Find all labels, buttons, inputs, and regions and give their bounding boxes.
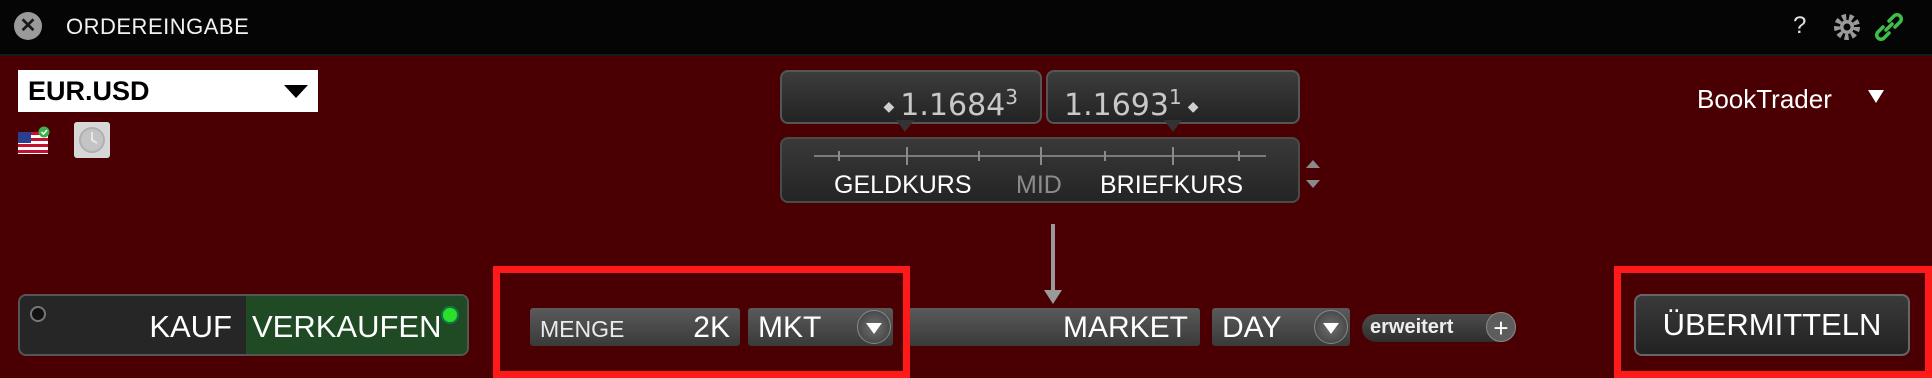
booktrader-menu[interactable]: BookTrader bbox=[1697, 84, 1832, 115]
order-entry-window: ✕ ORDEREINGABE ? EUR.USD ◆ 1.16843 1.169… bbox=[0, 0, 1932, 378]
plus-icon[interactable]: + bbox=[1486, 312, 1516, 343]
help-icon[interactable]: ? bbox=[1793, 12, 1806, 40]
close-icon[interactable]: ✕ bbox=[14, 12, 42, 40]
ask-pointer bbox=[1164, 120, 1182, 132]
time-in-force-value: DAY bbox=[1222, 311, 1282, 344]
ask-scale-label[interactable]: BRIEFKURS bbox=[1100, 171, 1243, 200]
sell-button[interactable]: VERKAUFEN bbox=[246, 296, 467, 354]
ask-price-button[interactable]: 1.16931 ◆ bbox=[1046, 70, 1300, 124]
order-type-display: MARKET bbox=[908, 308, 1200, 346]
chevron-down-icon[interactable] bbox=[1868, 90, 1884, 103]
diamond-icon: ◆ bbox=[883, 98, 895, 115]
link-icon[interactable] bbox=[1872, 10, 1906, 44]
mid-scale-label[interactable]: MID bbox=[1016, 171, 1062, 200]
side-toggle[interactable]: KAUF VERKAUFEN bbox=[18, 294, 469, 356]
ask-price: 1.1693 bbox=[1064, 88, 1169, 123]
highlight-box-quantity bbox=[493, 266, 910, 378]
time-in-force-select[interactable]: DAY bbox=[1212, 308, 1350, 346]
advanced-label: erweitert bbox=[1370, 316, 1454, 338]
us-flag-icon bbox=[18, 126, 50, 154]
clock-icon[interactable] bbox=[74, 122, 110, 158]
arrow-down-icon bbox=[1044, 224, 1062, 304]
price-spinner-icon[interactable] bbox=[1302, 152, 1324, 196]
chevron-down-icon[interactable] bbox=[1314, 310, 1348, 344]
ask-pip: 1 bbox=[1168, 85, 1182, 109]
highlight-box-submit bbox=[1614, 266, 1932, 378]
symbol-value: EUR.USD bbox=[28, 76, 150, 106]
bid-price: 1.1684 bbox=[900, 88, 1006, 123]
chevron-down-icon[interactable] bbox=[284, 85, 308, 98]
bid-pointer bbox=[896, 120, 914, 132]
gear-icon[interactable] bbox=[1832, 12, 1862, 42]
sell-indicator-icon bbox=[441, 306, 459, 324]
scale-tick bbox=[1238, 151, 1240, 161]
bid-pip: 3 bbox=[1005, 85, 1018, 109]
buy-button[interactable]: KAUF bbox=[20, 296, 246, 354]
price-scale[interactable]: GELDKURS MID BRIEFKURS bbox=[780, 137, 1300, 203]
order-type-long: MARKET bbox=[1062, 311, 1188, 344]
scale-tick bbox=[978, 151, 980, 161]
window-title: ORDEREINGABE bbox=[66, 14, 250, 39]
symbol-select[interactable]: EUR.USD bbox=[18, 70, 318, 112]
bid-scale-label[interactable]: GELDKURS bbox=[834, 171, 972, 200]
title-bar: ✕ ORDEREINGABE ? bbox=[0, 0, 1932, 56]
diamond-icon: ◆ bbox=[1187, 98, 1199, 115]
scale-tick bbox=[1040, 147, 1042, 165]
scale-tick bbox=[1104, 151, 1106, 161]
scale-tick bbox=[906, 147, 908, 165]
advanced-button[interactable]: erweitert + bbox=[1362, 312, 1516, 343]
bid-price-button[interactable]: ◆ 1.16843 bbox=[780, 70, 1042, 124]
scale-tick bbox=[838, 151, 840, 161]
scale-tick bbox=[1172, 147, 1174, 165]
